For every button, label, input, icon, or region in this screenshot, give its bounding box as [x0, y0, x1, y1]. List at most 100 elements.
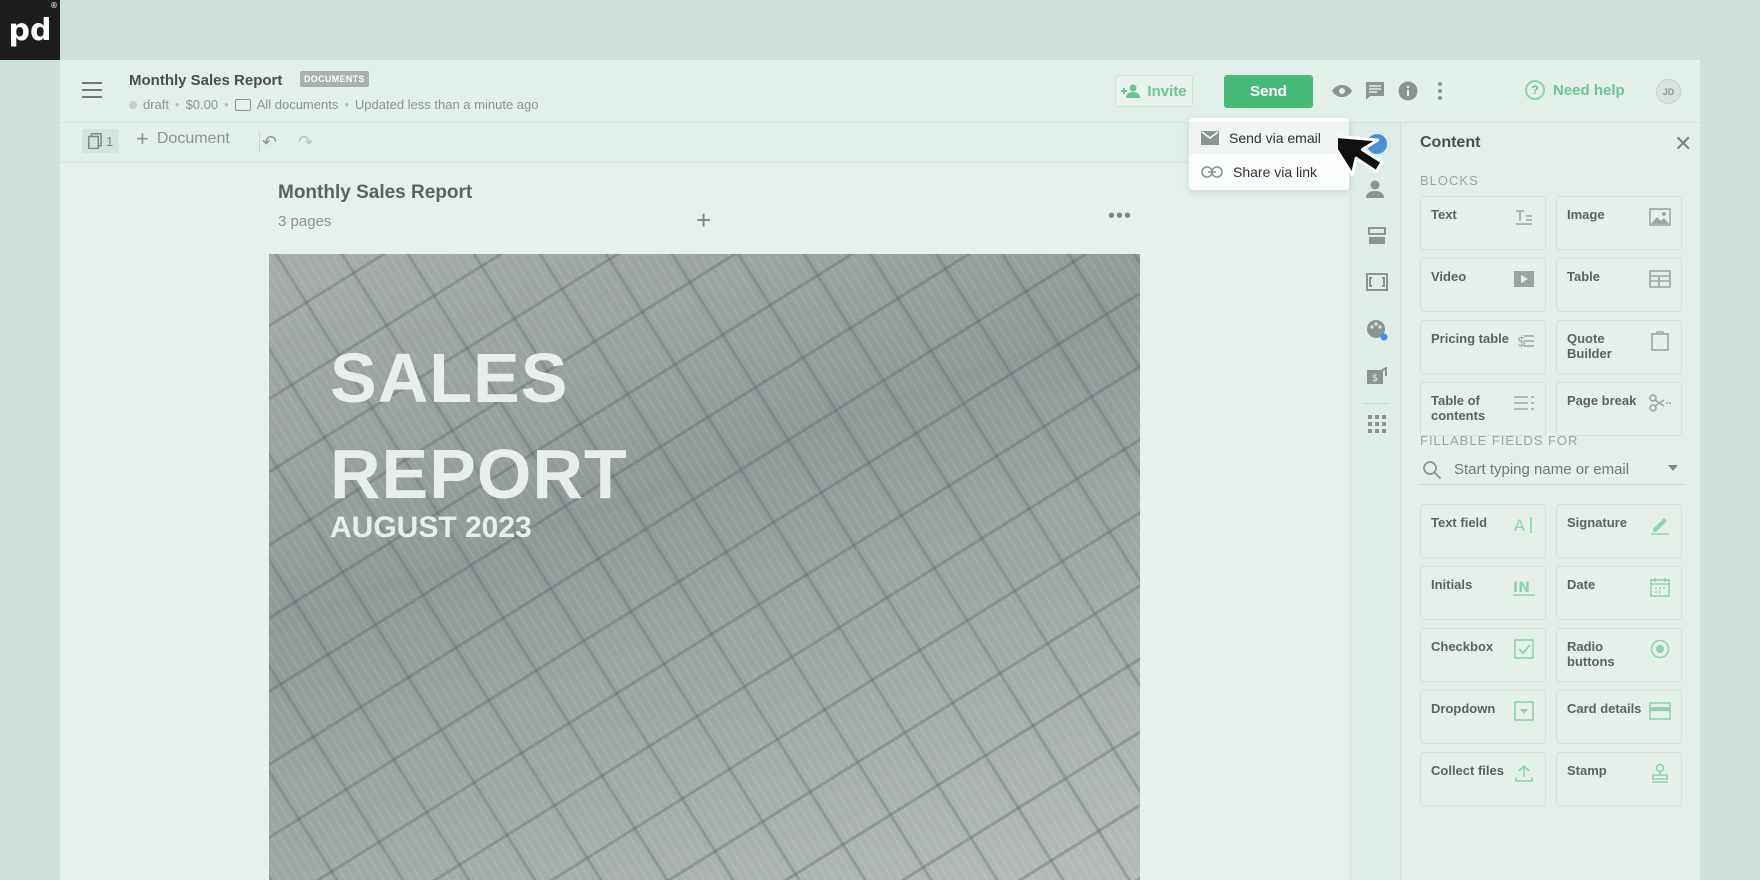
search-icon — [1423, 460, 1442, 479]
send-options-menu: Send via email Share via link — [1189, 118, 1349, 190]
credit-card-icon — [1649, 701, 1671, 721]
help-icon: ? — [1525, 80, 1545, 100]
need-help-link[interactable]: ? Need help — [1525, 80, 1625, 100]
cover-subtitle: AUGUST 2023 — [330, 511, 532, 544]
content-panel: Content ✕ BLOCKS Text Image Video Table … — [1400, 123, 1700, 880]
status-text: draft — [143, 97, 170, 112]
variables-icon[interactable] — [1366, 271, 1388, 293]
page-count-label: 3 pages — [278, 213, 332, 230]
canvas-document-title: Monthly Sales Report — [278, 182, 473, 203]
pricing-table-icon: $ — [1513, 331, 1535, 351]
mouse-cursor-icon — [1338, 134, 1384, 177]
text-field-icon: A — [1513, 515, 1535, 535]
field-radio-buttons[interactable]: Radio buttons — [1556, 628, 1682, 682]
send-button[interactable]: Send — [1224, 75, 1313, 108]
image-icon — [1649, 207, 1671, 227]
list-icon — [1513, 393, 1535, 413]
link-icon — [1201, 166, 1223, 178]
apps-grid-icon[interactable] — [1366, 413, 1388, 435]
close-icon[interactable]: ✕ — [1674, 131, 1692, 157]
pricing-icon[interactable]: $ — [1366, 366, 1388, 388]
block-table[interactable]: Table — [1556, 258, 1682, 312]
quote-builder-icon — [1649, 331, 1671, 351]
block-quote-builder[interactable]: Quote Builder — [1556, 320, 1682, 374]
folder-link[interactable]: All documents — [257, 97, 339, 112]
side-rail: $ — [1350, 123, 1400, 880]
block-video[interactable]: Video — [1420, 258, 1546, 312]
calendar-icon — [1649, 577, 1671, 597]
add-document-button[interactable]: + Document — [136, 126, 230, 151]
svg-text:IN: IN — [1513, 580, 1530, 596]
amount-text[interactable]: $0.00 — [186, 97, 219, 112]
stamp-icon — [1649, 763, 1671, 783]
recipient-search[interactable] — [1420, 455, 1684, 485]
field-initials[interactable]: Initials IN — [1420, 566, 1546, 620]
pages-count-button[interactable]: 1 — [82, 129, 120, 153]
document-meta: draft • $0.00 • All documents • Updated … — [129, 97, 538, 112]
copy-pages-icon — [88, 133, 102, 149]
block-image[interactable]: Image — [1556, 196, 1682, 250]
layout-icon[interactable] — [1366, 225, 1388, 247]
registered-mark: ® — [50, 1, 58, 10]
folder-icon — [234, 98, 251, 111]
recipient-search-input[interactable] — [1454, 461, 1664, 478]
cover-title: SALES REPORT — [330, 339, 628, 513]
document-canvas: Monthly Sales Report 3 pages + ••• SALES… — [60, 163, 1350, 880]
cover-page[interactable]: SALES REPORT AUGUST 2023 — [269, 254, 1140, 880]
field-date[interactable]: Date — [1556, 566, 1682, 620]
scissors-icon — [1649, 393, 1671, 413]
invite-button[interactable]: Invite — [1115, 75, 1193, 107]
radio-icon — [1649, 639, 1671, 659]
chevron-down-icon[interactable] — [1668, 465, 1678, 471]
send-via-email-item[interactable]: Send via email — [1189, 122, 1349, 154]
panel-title: Content — [1420, 134, 1481, 151]
info-icon[interactable] — [1396, 79, 1420, 103]
field-card-details[interactable]: Card details — [1556, 690, 1682, 744]
block-page-break[interactable]: Page break — [1556, 382, 1682, 436]
table-icon — [1649, 269, 1671, 289]
block-pricing-table[interactable]: Pricing table $ — [1420, 320, 1546, 374]
block-text[interactable]: Text — [1420, 196, 1546, 250]
video-icon — [1513, 269, 1535, 289]
more-horizontal-icon[interactable]: ••• — [1108, 205, 1132, 228]
editor-window: Monthly Sales Report DOCUMENTS draft • $… — [60, 60, 1700, 880]
field-checkbox[interactable]: Checkbox — [1420, 628, 1546, 682]
field-signature[interactable]: Signature — [1556, 504, 1682, 558]
plus-icon: + — [136, 126, 149, 151]
pen-icon — [1649, 515, 1671, 535]
status-dot-icon — [129, 100, 137, 109]
dropdown-icon — [1513, 701, 1535, 721]
redo-icon[interactable]: ↷ — [298, 132, 313, 153]
initials-icon: IN — [1513, 577, 1535, 597]
svg-text:A: A — [1514, 516, 1525, 534]
text-icon — [1513, 207, 1535, 227]
blocks-label: BLOCKS — [1420, 173, 1479, 188]
checkbox-icon — [1513, 639, 1535, 659]
pandadoc-logo[interactable]: pd ® — [0, 0, 60, 60]
field-text-field[interactable]: Text field A — [1420, 504, 1546, 558]
comments-icon[interactable] — [1363, 79, 1387, 103]
field-collect-files[interactable]: Collect files — [1420, 752, 1546, 806]
rail-divider — [1363, 403, 1389, 404]
top-header: Monthly Sales Report DOCUMENTS draft • $… — [60, 60, 1700, 123]
menu-icon[interactable] — [82, 82, 102, 98]
svg-text:$: $ — [1372, 373, 1378, 384]
block-table-of-contents[interactable]: Table of contents — [1420, 382, 1546, 436]
preview-eye-icon[interactable] — [1330, 79, 1354, 103]
add-page-icon[interactable]: + — [696, 205, 711, 236]
undo-icon[interactable]: ↶ — [262, 132, 277, 153]
avatar[interactable]: JD — [1656, 79, 1681, 104]
share-via-link-item[interactable]: Share via link — [1189, 156, 1349, 188]
field-dropdown[interactable]: Dropdown — [1420, 690, 1546, 744]
design-palette-icon[interactable] — [1366, 319, 1388, 341]
toolbar-divider — [259, 132, 260, 152]
more-vertical-icon[interactable] — [1428, 79, 1452, 103]
fillable-fields-label: FILLABLE FIELDS FOR — [1420, 433, 1579, 448]
envelope-icon — [1201, 131, 1219, 145]
editor-toolbar: 1 + Document ↶ ↷ — [60, 123, 1350, 163]
field-stamp[interactable]: Stamp — [1556, 752, 1682, 806]
document-title[interactable]: Monthly Sales Report — [129, 72, 282, 89]
documents-badge: DOCUMENTS — [300, 71, 369, 87]
add-person-icon — [1121, 84, 1141, 98]
upload-icon — [1513, 763, 1535, 783]
